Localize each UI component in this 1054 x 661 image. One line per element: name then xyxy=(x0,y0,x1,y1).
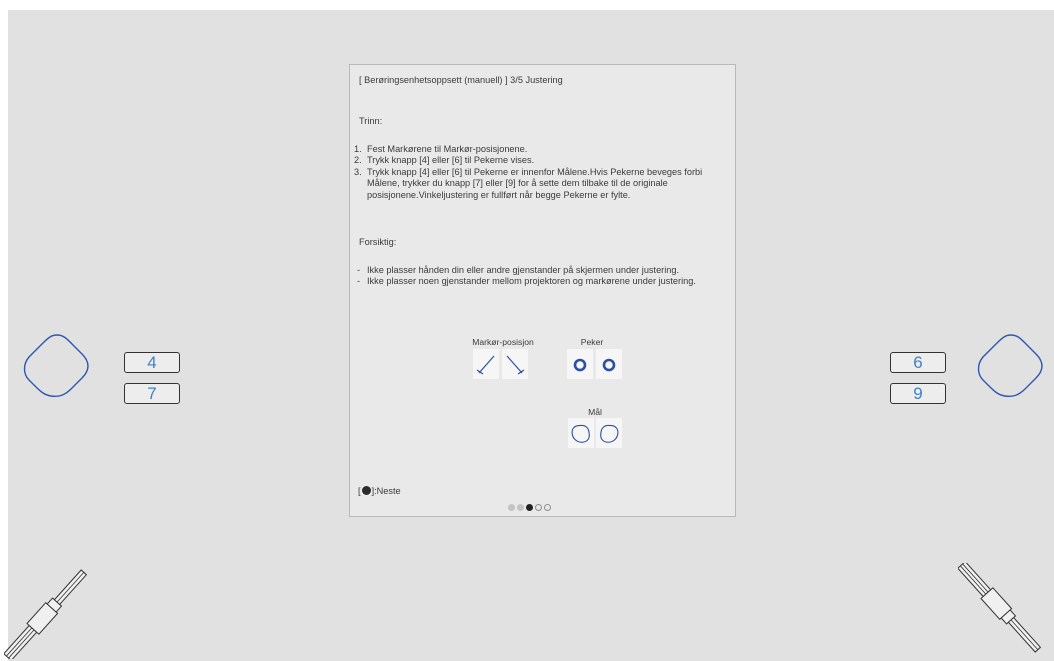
target-shape-icon xyxy=(600,424,619,443)
marker-position-left-tile xyxy=(473,349,499,379)
key-9-button[interactable]: 9 xyxy=(890,383,946,404)
progress-dot-current xyxy=(526,504,533,511)
dialog-title: [ Berøringsenhetsoppsett (manuell) ] 3/5… xyxy=(359,75,563,85)
next-hint-text: ]:Neste xyxy=(371,486,401,496)
left-marker-pen-icon xyxy=(4,569,88,659)
key-4-button[interactable]: 4 xyxy=(124,352,180,373)
caution-dash: - xyxy=(357,276,361,287)
target-left-tile xyxy=(568,418,594,448)
marker-right-icon xyxy=(506,355,525,375)
progress-dots xyxy=(508,504,551,511)
progress-dot xyxy=(535,504,542,511)
enter-key-icon xyxy=(361,486,371,495)
pointer-left-tile xyxy=(567,349,593,379)
marker-left-icon xyxy=(476,355,495,375)
pointer-ring-icon xyxy=(573,358,587,372)
pointer-right-tile xyxy=(596,349,622,379)
progress-dot xyxy=(544,504,551,511)
step-number: 3. xyxy=(354,166,362,177)
caution-heading: Forsiktig: xyxy=(359,237,397,247)
left-sensor-icon xyxy=(23,334,89,398)
target-shape-icon xyxy=(571,424,590,443)
caution-text: Ikke plasser hånden din eller andre gjen… xyxy=(367,265,680,275)
next-hint-open: [ xyxy=(358,486,361,496)
step-item: 1. Fest Markørene til Markør-posisjonene. xyxy=(354,144,726,155)
progress-dot xyxy=(517,504,524,511)
caution-list: - Ikke plasser hånden din eller andre gje… xyxy=(356,265,728,288)
key-7-button[interactable]: 7 xyxy=(124,383,180,404)
right-sensor-icon xyxy=(977,334,1043,398)
marker-position-right-tile xyxy=(502,349,528,379)
target-label: Mål xyxy=(588,407,602,417)
step-item: 2. Trykk knapp [4] eller [6] til Pekerne … xyxy=(354,155,726,166)
caution-item: - Ikke plasser hånden din eller andre gje… xyxy=(356,265,728,276)
right-marker-pen-icon xyxy=(958,563,1042,653)
progress-dot xyxy=(508,504,515,511)
step-text: Trykk knapp [4] eller [6] til Pekerne vi… xyxy=(367,155,535,166)
pointer-ring-icon xyxy=(602,358,616,372)
pointer-label: Peker xyxy=(580,337,604,347)
marker-position-label: Markør-posisjon xyxy=(472,337,534,347)
caution-dash: - xyxy=(357,265,361,275)
caution-item: - Ikke plasser noen gjenstander mellom pr… xyxy=(356,276,728,287)
next-hint: [ ]:Neste xyxy=(358,486,401,497)
step-text: Trykk knapp [4] eller [6] til Pekerne er… xyxy=(367,166,703,200)
steps-list: 1. Fest Markørene til Markør-posisjonene.… xyxy=(354,144,726,201)
steps-heading: Trinn: xyxy=(359,116,383,126)
step-item: 3. Trykk knapp [4] eller [6] til Pekerne … xyxy=(354,167,726,201)
target-right-tile xyxy=(596,418,622,448)
caution-text: Ikke plasser noen gjenstander mellom pro… xyxy=(367,276,696,287)
alignment-dialog: [ Berøringsenhetsoppsett (manuell) ] 3/5… xyxy=(349,64,736,517)
step-number: 1. xyxy=(354,144,362,154)
step-text: Fest Markørene til Markør-posisjonene. xyxy=(367,144,528,154)
step-number: 2. xyxy=(354,155,362,166)
key-6-button[interactable]: 6 xyxy=(890,352,946,373)
